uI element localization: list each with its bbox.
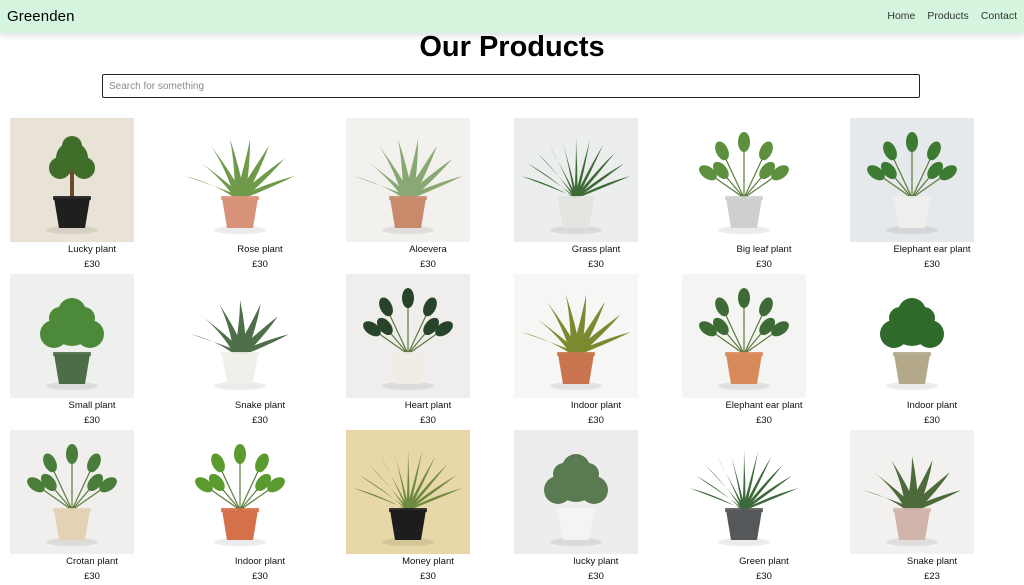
product-price: £30: [84, 571, 100, 582]
navbar: Greenden Home Products Contact: [0, 0, 1024, 33]
product-image[interactable]: [346, 118, 470, 242]
product-name: Elephant ear plant: [725, 400, 803, 411]
plant-image: [514, 430, 638, 554]
product-image[interactable]: [682, 118, 806, 242]
plant-image: [682, 274, 806, 398]
product-name: Green plant: [739, 556, 789, 567]
product-price: £30: [252, 571, 268, 582]
product-price: £30: [756, 415, 772, 426]
product-card[interactable]: Indoor plant £30: [514, 274, 678, 429]
plant-image: [514, 274, 638, 398]
product-image[interactable]: [10, 430, 134, 554]
product-card[interactable]: Rose plant £30: [178, 118, 342, 273]
product-name: Snake plant: [906, 556, 958, 567]
product-image[interactable]: [346, 430, 470, 554]
product-name: Snake plant: [234, 400, 286, 411]
product-price: £30: [84, 415, 100, 426]
plant-image: [178, 118, 302, 242]
nav-home-link[interactable]: Home: [887, 10, 915, 22]
product-card[interactable]: Indoor plant £30: [178, 430, 342, 585]
product-price: £30: [924, 259, 940, 270]
product-image[interactable]: [514, 118, 638, 242]
product-price: £30: [252, 259, 268, 270]
product-price: £30: [756, 571, 772, 582]
plant-image: [178, 430, 302, 554]
product-image[interactable]: [178, 274, 302, 398]
product-card[interactable]: Elephant ear plant £30: [682, 274, 846, 429]
product-image[interactable]: [682, 430, 806, 554]
product-card[interactable]: Aloevera £30: [346, 118, 510, 273]
nav-links: Home Products Contact: [887, 10, 1017, 22]
product-name: Grass plant: [571, 244, 621, 255]
product-card[interactable]: Money plant £30: [346, 430, 510, 585]
plant-image: [10, 274, 134, 398]
product-card[interactable]: Elephant ear plant £30: [850, 118, 1014, 273]
product-price: £30: [420, 415, 436, 426]
product-name: Elephant ear plant: [893, 244, 971, 255]
product-card[interactable]: Heart plant £30: [346, 274, 510, 429]
nav-products-link[interactable]: Products: [927, 10, 968, 22]
product-price: £23: [924, 571, 940, 582]
product-name: Heart plant: [404, 400, 452, 411]
product-name: Rose plant: [237, 244, 283, 255]
product-image[interactable]: [514, 274, 638, 398]
product-card[interactable]: Indoor plant £30: [850, 274, 1014, 429]
product-name: Money plant: [402, 556, 454, 567]
product-card[interactable]: Snake plant £30: [178, 274, 342, 429]
search-input[interactable]: [102, 74, 920, 98]
product-card[interactable]: Small plant £30: [10, 274, 174, 429]
product-price: £30: [252, 415, 268, 426]
product-image[interactable]: [850, 118, 974, 242]
product-name: Small plant: [68, 400, 116, 411]
product-image[interactable]: [10, 118, 134, 242]
plant-image: [346, 430, 470, 554]
page-title: Our Products: [419, 31, 605, 63]
product-image[interactable]: [682, 274, 806, 398]
plant-image: [850, 118, 974, 242]
product-card[interactable]: Snake plant £23: [850, 430, 1014, 585]
product-name: Crotan plant: [66, 556, 118, 567]
product-image[interactable]: [178, 430, 302, 554]
plant-image: [178, 274, 302, 398]
plant-image: [10, 118, 134, 242]
product-price: £30: [84, 259, 100, 270]
product-image[interactable]: [514, 430, 638, 554]
product-name: lucky plant: [573, 556, 619, 567]
product-name: Aloevera: [409, 244, 447, 255]
product-price: £30: [756, 259, 772, 270]
product-name: Lucky plant: [67, 244, 117, 255]
plant-image: [682, 430, 806, 554]
product-price: £30: [924, 415, 940, 426]
product-card[interactable]: lucky plant £30: [514, 430, 678, 585]
product-card[interactable]: Crotan plant £30: [10, 430, 174, 585]
plant-image: [850, 274, 974, 398]
product-name: Big leaf plant: [736, 244, 792, 255]
plant-image: [514, 118, 638, 242]
plant-image: [682, 118, 806, 242]
product-card[interactable]: Green plant £30: [682, 430, 846, 585]
product-price: £30: [588, 571, 604, 582]
product-price: £30: [588, 415, 604, 426]
product-image[interactable]: [346, 274, 470, 398]
product-price: £30: [588, 259, 604, 270]
product-card[interactable]: Lucky plant £30: [10, 118, 174, 273]
product-price: £30: [420, 571, 436, 582]
product-card[interactable]: Big leaf plant £30: [682, 118, 846, 273]
product-image[interactable]: [178, 118, 302, 242]
product-card[interactable]: Grass plant £30: [514, 118, 678, 273]
plant-image: [346, 118, 470, 242]
plant-image: [10, 430, 134, 554]
product-image[interactable]: [850, 274, 974, 398]
plant-image: [850, 430, 974, 554]
product-name: Indoor plant: [234, 556, 286, 567]
product-price: £30: [420, 259, 436, 270]
plant-image: [346, 274, 470, 398]
product-image[interactable]: [10, 274, 134, 398]
product-name: Indoor plant: [906, 400, 958, 411]
brand-logo[interactable]: Greenden: [7, 8, 75, 25]
nav-contact-link[interactable]: Contact: [981, 10, 1017, 22]
product-name: Indoor plant: [570, 400, 622, 411]
product-image[interactable]: [850, 430, 974, 554]
